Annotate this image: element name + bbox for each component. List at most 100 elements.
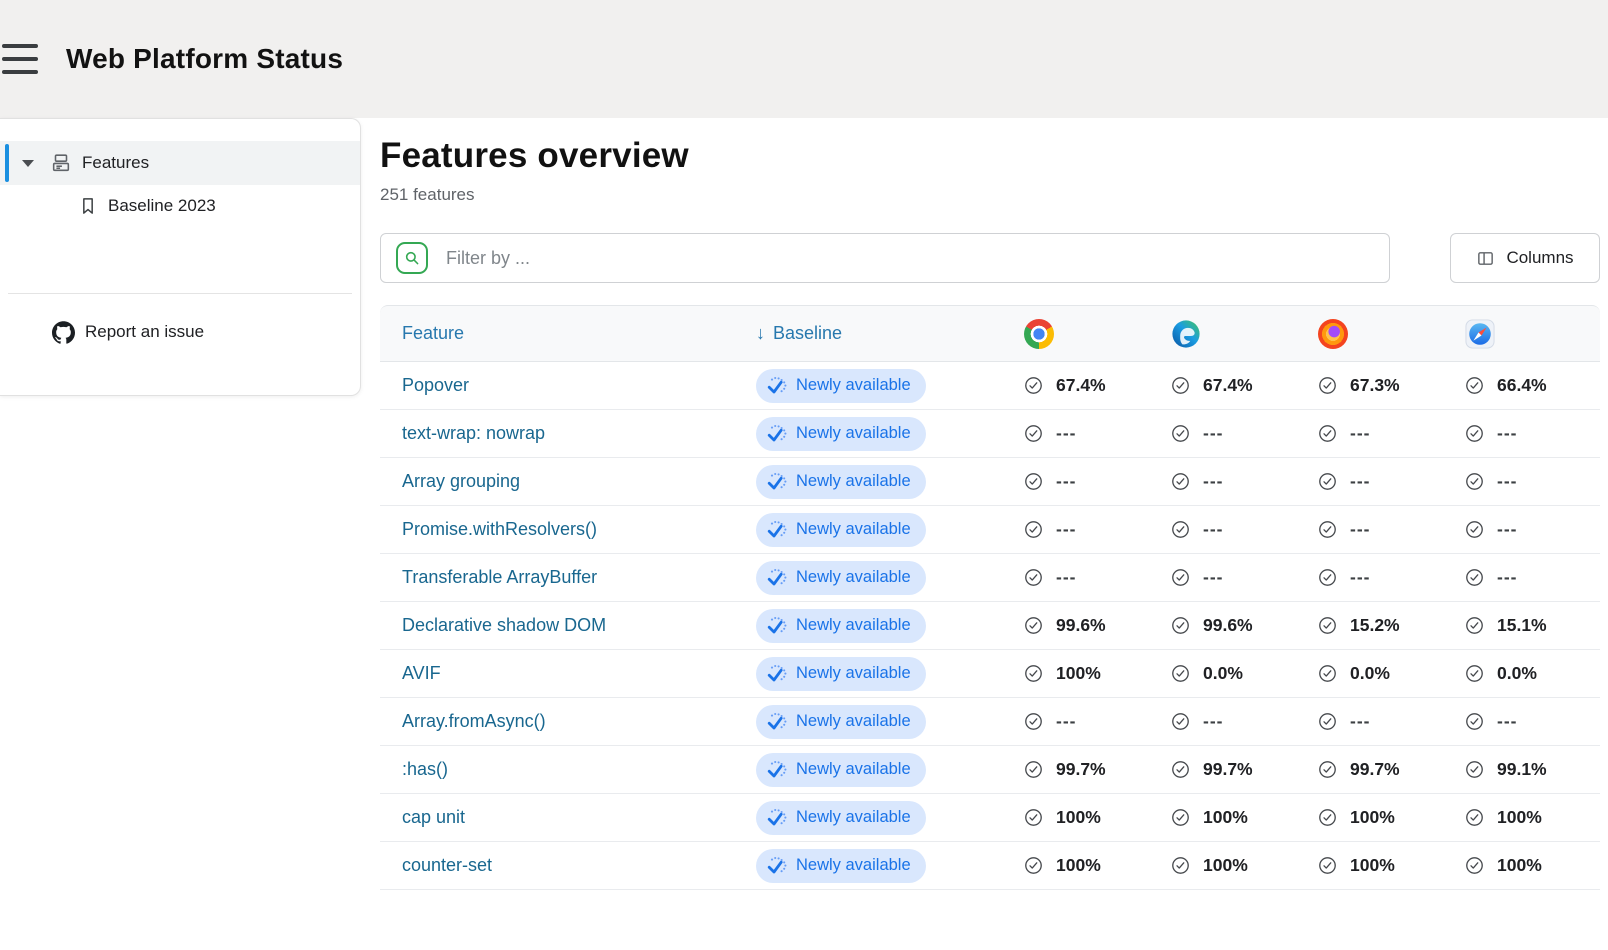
support-percentage: --- [1203,711,1223,732]
support-percentage: 67.3% [1350,375,1400,396]
report-issue-link[interactable]: Report an issue [0,310,360,354]
support-percentage: --- [1350,711,1370,732]
report-issue-label: Report an issue [85,322,204,342]
chrome-support-cell: 99.7% [1012,759,1159,780]
feature-link[interactable]: counter-set [402,855,492,875]
support-percentage: 100% [1203,807,1248,828]
support-percentage: 99.1% [1497,759,1547,780]
safari-support-cell: --- [1453,471,1600,492]
baseline-badge[interactable]: Newly available [756,801,926,835]
column-header-edge[interactable] [1159,319,1306,349]
check-circle-icon [1024,568,1043,587]
filter-input[interactable] [428,234,1389,282]
baseline-badge[interactable]: Newly available [756,849,926,883]
baseline-badge[interactable]: Newly available [756,753,926,787]
check-circle-icon [1465,712,1484,731]
support-percentage: 15.1% [1497,615,1547,636]
feature-link[interactable]: cap unit [402,807,465,827]
baseline-badge[interactable]: Newly available [756,513,926,547]
columns-button[interactable]: Columns [1450,233,1600,283]
edge-icon [1171,319,1201,349]
baseline-badge-label: Newly available [796,712,911,731]
baseline-badge-label: Newly available [796,520,911,539]
safari-icon [1465,319,1495,349]
support-percentage: 99.6% [1203,615,1253,636]
filter-box[interactable] [380,233,1390,283]
baseline-badge[interactable]: Newly available [756,561,926,595]
support-percentage: --- [1497,423,1517,444]
check-circle-icon [1171,616,1190,635]
support-percentage: --- [1203,567,1223,588]
support-percentage: --- [1056,423,1076,444]
feature-link[interactable]: Array.fromAsync() [402,711,546,731]
baseline-newly-available-icon [766,615,788,637]
feature-link[interactable]: Declarative shadow DOM [402,615,606,635]
feature-link[interactable]: :has() [402,759,448,779]
support-percentage: --- [1350,567,1370,588]
support-percentage: 100% [1203,855,1248,876]
support-percentage: 0.0% [1350,663,1390,684]
check-circle-icon [1465,520,1484,539]
check-circle-icon [1465,568,1484,587]
check-circle-icon [1318,712,1337,731]
support-percentage: 99.7% [1350,759,1400,780]
feature-link[interactable]: Promise.withResolvers() [402,519,597,539]
check-circle-icon [1318,568,1337,587]
sidebar: Features Baseline 2023 Report an issue [0,118,361,396]
check-circle-icon [1171,424,1190,443]
edge-support-cell: --- [1159,471,1306,492]
table-header-row: Feature ↓ Baseline [380,305,1600,362]
support-percentage: 100% [1497,855,1542,876]
baseline-badge[interactable]: Newly available [756,417,926,451]
check-circle-icon [1024,808,1043,827]
check-circle-icon [1465,376,1484,395]
table-row: Transferable ArrayBuffer Newly available [380,554,1600,602]
check-circle-icon [1171,808,1190,827]
sidebar-divider [8,293,352,294]
menu-icon[interactable] [2,44,40,74]
feature-link[interactable]: Transferable ArrayBuffer [402,567,597,587]
baseline-badge-label: Newly available [796,376,911,395]
baseline-badge-label: Newly available [796,808,911,827]
safari-support-cell: 0.0% [1453,663,1600,684]
baseline-badge[interactable]: Newly available [756,609,926,643]
check-circle-icon [1024,760,1043,779]
feature-link[interactable]: AVIF [402,663,441,683]
support-percentage: --- [1497,471,1517,492]
safari-support-cell: --- [1453,711,1600,732]
column-header-feature[interactable]: Feature [380,323,756,344]
firefox-support-cell: 100% [1306,855,1453,876]
chevron-down-icon[interactable] [22,160,34,167]
check-circle-icon [1465,664,1484,683]
chrome-icon [1024,319,1054,349]
sidebar-item-baseline-2023[interactable]: Baseline 2023 [0,185,360,227]
feature-link[interactable]: Popover [402,375,469,395]
check-circle-icon [1171,472,1190,491]
check-circle-icon [1171,712,1190,731]
feature-link[interactable]: Array grouping [402,471,520,491]
firefox-icon [1318,319,1348,349]
check-circle-icon [1171,760,1190,779]
support-percentage: 100% [1056,807,1101,828]
baseline-badge[interactable]: Newly available [756,705,926,739]
check-circle-icon [1465,808,1484,827]
firefox-support-cell: --- [1306,423,1453,444]
baseline-badge[interactable]: Newly available [756,465,926,499]
support-percentage: 99.6% [1056,615,1106,636]
baseline-newly-available-icon [766,567,788,589]
check-circle-icon [1318,856,1337,875]
column-header-safari[interactable] [1453,319,1600,349]
feature-link[interactable]: text-wrap: nowrap [402,423,545,443]
toolbar: Columns [380,233,1600,283]
page-title: Features overview [380,136,1600,176]
baseline-badge[interactable]: Newly available [756,657,926,691]
sidebar-item-features[interactable]: Features [0,141,360,185]
table-row: cap unit Newly available 1 [380,794,1600,842]
column-header-chrome[interactable] [1012,319,1159,349]
column-header-firefox[interactable] [1306,319,1453,349]
check-circle-icon [1318,616,1337,635]
baseline-badge[interactable]: Newly available [756,369,926,403]
support-percentage: --- [1056,519,1076,540]
column-header-baseline[interactable]: ↓ Baseline [756,323,1012,344]
table-row: Declarative shadow DOM Newly available [380,602,1600,650]
